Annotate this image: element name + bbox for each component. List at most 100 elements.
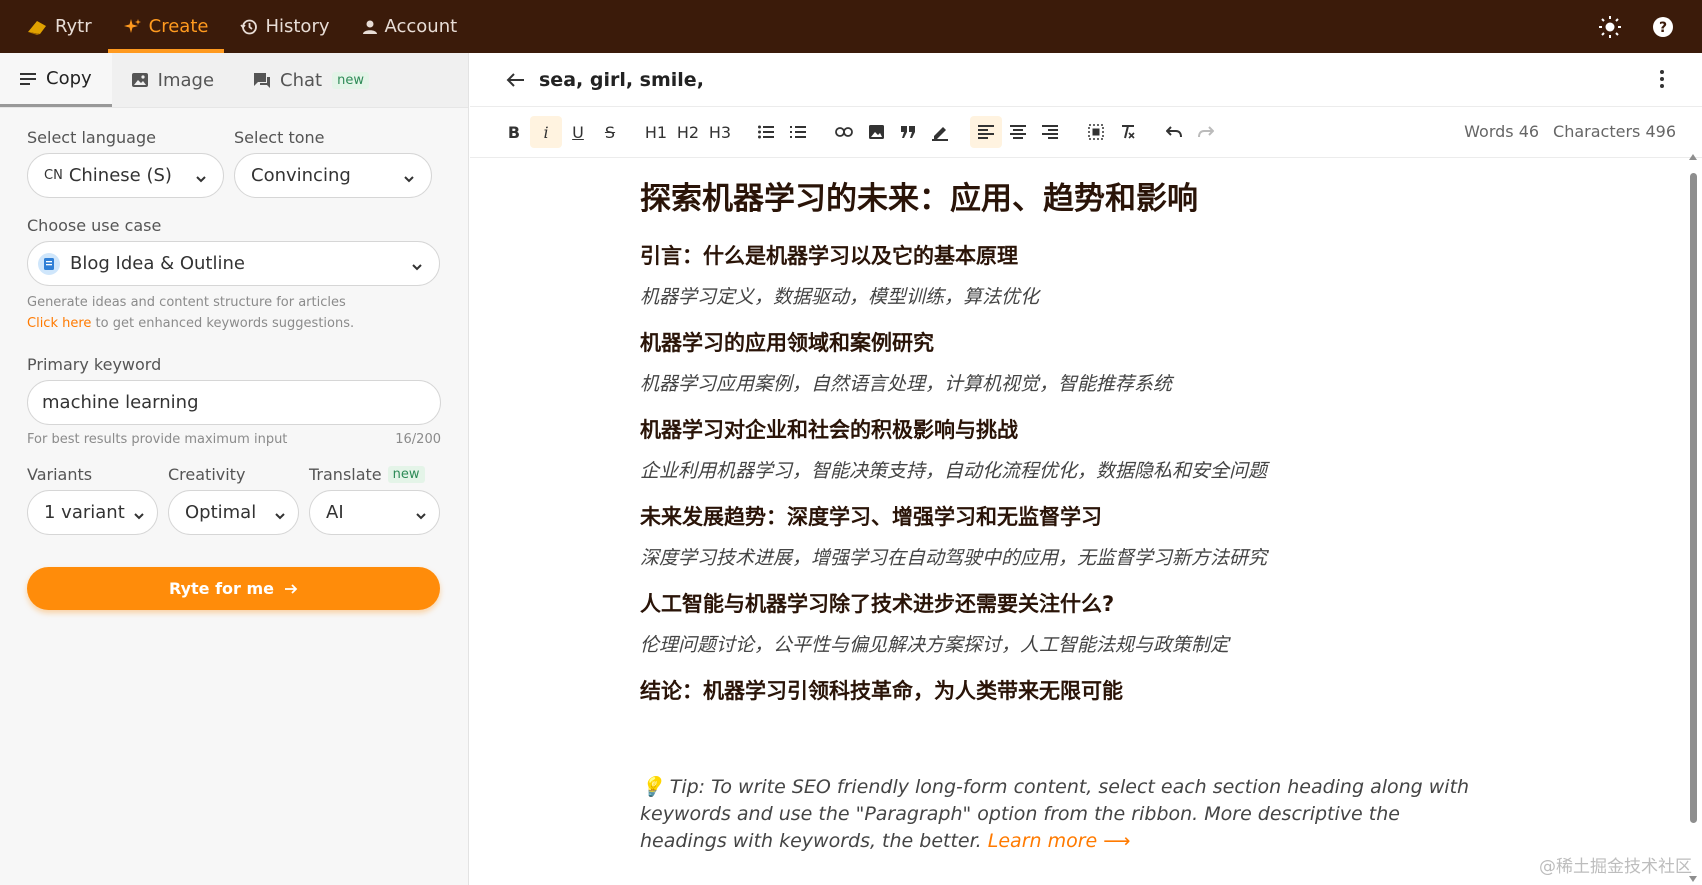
generation-form: Select language Select tone CN Chinese (… [0,128,468,610]
heading-2-button[interactable]: H2 [672,116,704,148]
align-left-icon[interactable] [970,116,1002,148]
creativity-value: Optimal [185,502,257,523]
insert-image-icon[interactable] [860,116,892,148]
keyword-hint: For best results provide maximum input [27,432,288,447]
language-label: Select language [27,128,156,147]
back-arrow-icon[interactable] [505,72,525,88]
italic-button[interactable]: i [530,116,562,148]
tone-label: Select tone [234,128,325,147]
use-case-label: Choose use case [27,216,162,235]
sparkle-icon [123,18,142,36]
section-heading: 机器学习的应用领域和案例研究 [640,331,934,355]
tone-select[interactable]: Convincing [234,153,432,198]
document-heading: 探索机器学习的未来：应用、趋势和影响 [640,181,1198,217]
lightbulb-icon: 💡 [640,776,664,798]
character-count: Characters 496 [1553,122,1676,141]
chat-icon [254,72,271,88]
keyword-char-count: 16/200 [395,432,441,447]
nav-create[interactable]: Create [107,0,225,53]
nav-history[interactable]: History [224,0,345,53]
editor-panel: sea, girl, smile, B i U S H1 H2 H3 Words [470,53,1702,885]
learn-more-link[interactable]: Learn more ⟶ [988,830,1131,852]
chevron-down-icon [411,257,423,278]
editor-scrollbar[interactable] [1688,153,1698,883]
arrow-right-icon [284,583,298,595]
strikethrough-button[interactable]: S [594,116,626,148]
help-icon[interactable]: ? [1652,16,1674,38]
use-case-description: Generate ideas and content structure for… [27,295,346,310]
document-body[interactable]: 探索机器学习的未来：应用、趋势和影响 引言：什么是机器学习以及它的基本原理 机器… [640,173,1490,717]
nav-account[interactable]: Account [346,0,474,53]
creativity-label: Creativity [168,465,246,484]
svg-text:?: ? [1659,20,1667,36]
language-flag: CN [44,168,63,183]
seo-tip: 💡 Tip: To write SEO friendly long-form c… [640,774,1480,855]
creativity-select[interactable]: Optimal [168,490,299,535]
variants-select[interactable]: 1 variant [27,490,158,535]
ryte-for-me-label: Ryte for me [168,579,275,598]
section-keywords: 企业利用机器学习，智能决策支持，自动化流程优化，数据隐私和安全问题 [640,460,1268,482]
tab-image[interactable]: Image [112,53,234,107]
heading-1-button[interactable]: H1 [640,116,672,148]
tab-copy-label: Copy [46,68,92,89]
chevron-down-icon [133,506,145,527]
user-icon [362,19,378,35]
scroll-thumb[interactable] [1690,173,1697,823]
nav-create-label: Create [148,16,209,37]
redo-icon[interactable] [1190,116,1222,148]
underline-button[interactable]: U [562,116,594,148]
nav-account-label: Account [384,16,458,37]
link-icon[interactable] [828,116,860,148]
menu-lines-icon [20,72,36,85]
section-heading: 机器学习对企业和社会的积极影响与挑战 [640,418,1018,442]
highlight-pen-icon[interactable] [924,116,956,148]
keyword-suggestions-link[interactable]: Click here [27,316,91,331]
document-header: sea, girl, smile, [470,53,1702,107]
bullet-list-icon[interactable] [750,116,782,148]
section-keywords: 机器学习定义，数据驱动，模型训练，算法优化 [640,286,1040,308]
history-icon [240,18,258,36]
keyword-input[interactable] [27,380,441,425]
formatting-toolbar: B i U S H1 H2 H3 Words 46 Characters 496 [470,107,1702,158]
section-heading: 引言：什么是机器学习以及它的基本原理 [640,244,1018,268]
language-value: Chinese (S) [68,165,172,186]
use-case-value: Blog Idea & Outline [70,253,245,274]
variants-label: Variants [27,465,93,484]
numbered-list-icon[interactable] [782,116,814,148]
heading-3-button[interactable]: H3 [704,116,736,148]
bold-button[interactable]: B [498,116,530,148]
rytr-logo[interactable]: Rytr [0,0,108,53]
logo-text: Rytr [55,16,92,37]
translate-label: Translate [309,465,382,484]
top-navbar: Rytr Create History Account ? [0,0,1702,53]
section-keywords: 机器学习应用案例，自然语言处理，计算机视觉，智能推荐系统 [640,373,1173,395]
translate-value: AI [326,502,344,523]
chevron-down-icon [274,506,286,527]
tab-image-label: Image [157,69,215,91]
undo-icon[interactable] [1158,116,1190,148]
select-all-icon[interactable] [1080,116,1112,148]
scroll-up-icon[interactable] [1688,153,1698,161]
tone-value: Convincing [251,165,351,186]
section-keywords: 深度学习技术进展，增强学习在自动驾驶中的应用，无监督学习新方法研究 [640,547,1268,569]
rytr-logo-icon [26,18,48,36]
sidebar: Copy Image Chat new Select language Sele… [0,53,469,885]
align-right-icon[interactable] [1034,116,1066,148]
document-title[interactable]: sea, girl, smile, [539,69,704,91]
sun-icon[interactable] [1598,15,1622,39]
tab-chat[interactable]: Chat new [234,53,389,107]
word-count: Words 46 [1464,122,1540,141]
more-options-icon[interactable] [1660,70,1664,88]
align-center-icon[interactable] [1002,116,1034,148]
ryte-for-me-button[interactable]: Ryte for me [27,567,440,610]
use-case-select[interactable]: Blog Idea & Outline [27,241,440,286]
section-keywords: 伦理问题讨论，公平性与偏见解决方案探讨，人工智能法规与政策制定 [640,634,1230,656]
language-select[interactable]: CN Chinese (S) [27,153,224,198]
section-heading: 人工智能与机器学习除了技术进步还需要关注什么? [640,592,1115,616]
section-heading: 未来发展趋势：深度学习、增强学习和无监督学习 [640,505,1102,529]
variants-value: 1 variant [44,502,125,523]
translate-select[interactable]: AI [309,490,440,535]
tab-copy[interactable]: Copy [0,53,112,107]
clear-format-icon[interactable] [1112,116,1144,148]
quote-icon[interactable] [892,116,924,148]
